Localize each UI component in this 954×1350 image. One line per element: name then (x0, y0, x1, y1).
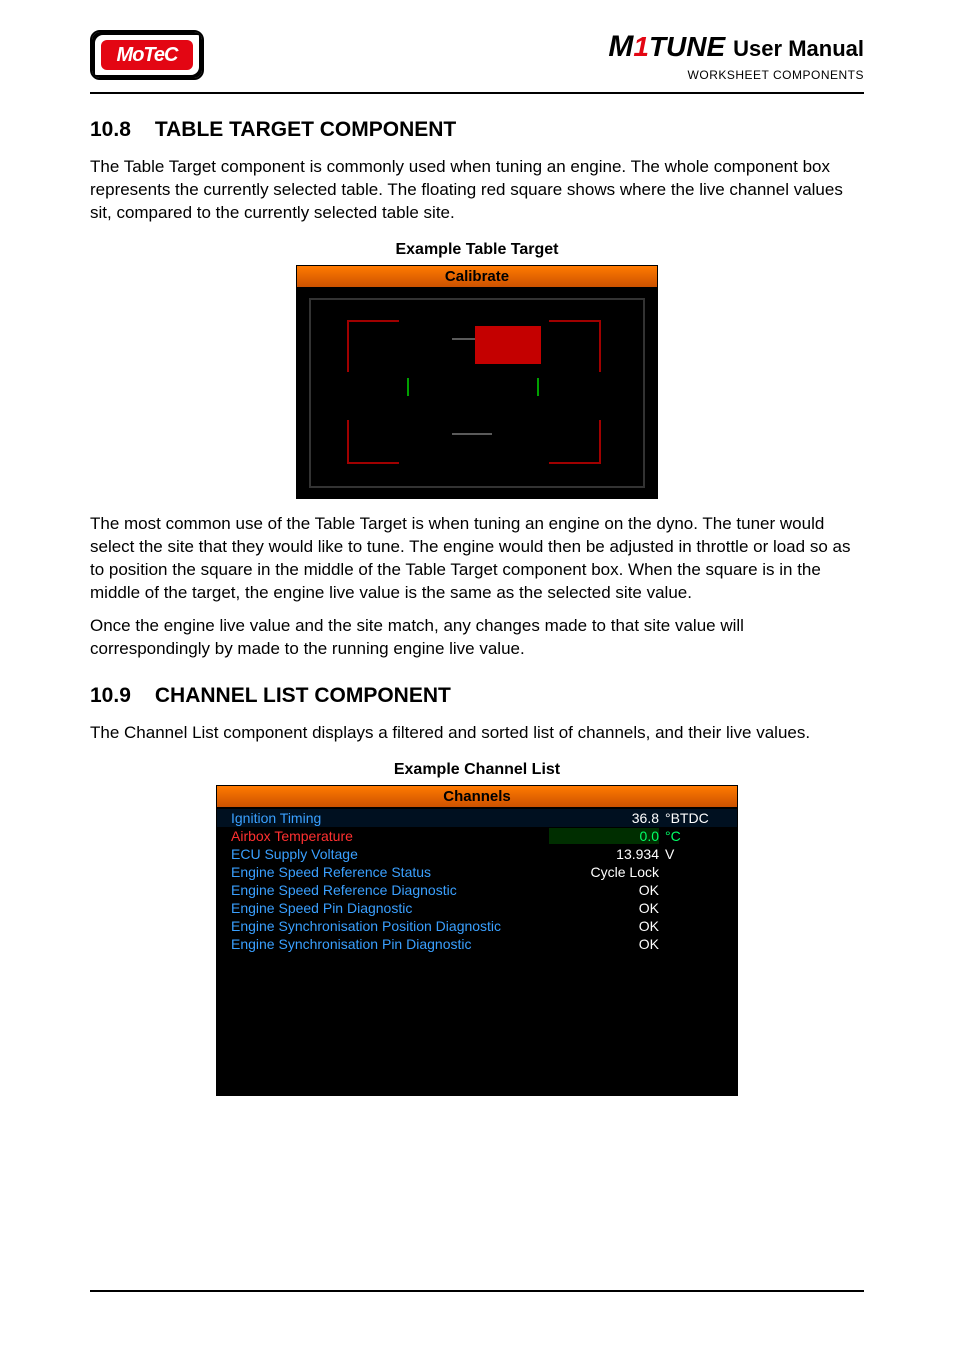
figure1-caption: Example Table Target (90, 241, 864, 259)
page-header: MoTeC M1TUNE User Manual WORKSHEET COMPO… (90, 30, 864, 82)
channel-name: Engine Speed Reference Diagnostic (231, 882, 549, 898)
section-title: TABLE TARGET COMPONENT (155, 118, 456, 142)
channel-value: OK (549, 900, 659, 916)
channel-value: Cycle Lock (549, 864, 659, 880)
product-mark-red-1: 1 (633, 31, 649, 62)
channel-row[interactable]: Engine Speed Pin DiagnosticOK (217, 899, 737, 917)
section-heading-10-9: 10.9 CHANNEL LIST COMPONENT (90, 684, 864, 708)
channel-value: 36.8 (549, 810, 659, 826)
target-vtick-left (407, 378, 409, 396)
header-right: M1TUNE User Manual WORKSHEET COMPONENTS (608, 30, 864, 82)
channel-row[interactable]: Engine Speed Reference DiagnosticOK (217, 881, 737, 899)
motec-logo: MoTeC (90, 30, 204, 80)
channel-value: 13.934 (549, 846, 659, 862)
live-value-indicator (475, 326, 541, 364)
channel-row[interactable]: Ignition Timing36.8°BTDC (217, 809, 737, 827)
channel-unit: V (659, 846, 723, 862)
channel-row[interactable]: Engine Speed Reference StatusCycle Lock (217, 863, 737, 881)
channel-list-component: Channels Ignition Timing36.8°BTDCAirbox … (216, 785, 738, 1096)
target-corner-bl (347, 420, 399, 464)
target-corner-tl (347, 320, 399, 372)
channel-value: OK (549, 882, 659, 898)
channel-row[interactable]: Engine Synchronisation Position Diagnost… (217, 917, 737, 935)
section2-para1: The Channel List component displays a fi… (90, 722, 864, 745)
channel-row[interactable]: Airbox Temperature0.0°C (217, 827, 737, 845)
target-corner-tr (549, 320, 601, 372)
channel-row[interactable]: Engine Synchronisation Pin DiagnosticOK (217, 935, 737, 953)
section-number: 10.8 (90, 118, 131, 142)
table-target-body (297, 288, 657, 498)
manual-label: User Manual (733, 36, 864, 62)
section-number: 10.9 (90, 684, 131, 708)
figure2-caption: Example Channel List (90, 761, 864, 779)
channel-row[interactable]: ECU Supply Voltage13.934V (217, 845, 737, 863)
header-section-label: WORKSHEET COMPONENTS (608, 68, 864, 82)
channel-unit: °C (659, 828, 723, 844)
table-target-header: Calibrate (297, 266, 657, 288)
channel-name: Ignition Timing (231, 810, 549, 826)
header-divider (90, 92, 864, 94)
channel-name: Airbox Temperature (231, 828, 549, 844)
channel-name: Engine Synchronisation Pin Diagnostic (231, 936, 549, 952)
channel-value: OK (549, 918, 659, 934)
channel-unit: °BTDC (659, 810, 723, 826)
channel-name: Engine Synchronisation Position Diagnost… (231, 918, 549, 934)
section-heading-10-8: 10.8 TABLE TARGET COMPONENT (90, 118, 864, 142)
target-corner-br (549, 420, 601, 464)
target-hline-bottom (452, 433, 492, 435)
product-mark-m: M (608, 30, 633, 63)
channel-name: Engine Speed Pin Diagnostic (231, 900, 549, 916)
product-mark-tune: TUNE (649, 31, 725, 62)
channel-list-body: Ignition Timing36.8°BTDCAirbox Temperatu… (217, 807, 737, 1095)
channel-name: Engine Speed Reference Status (231, 864, 549, 880)
section-title: CHANNEL LIST COMPONENT (155, 684, 451, 708)
channel-name: ECU Supply Voltage (231, 846, 549, 862)
target-vtick-right (537, 378, 539, 396)
motec-logo-text: MoTeC (101, 40, 193, 70)
footer-divider (90, 1290, 864, 1292)
product-mark: M1TUNE (608, 30, 725, 64)
section1-para1: The Table Target component is commonly u… (90, 156, 864, 225)
section1-para2: The most common use of the Table Target … (90, 513, 864, 605)
channel-value: 0.0 (549, 828, 659, 844)
channel-value: OK (549, 936, 659, 952)
channel-list-header: Channels (217, 786, 737, 807)
table-target-component: Calibrate (296, 265, 658, 499)
section1-para3: Once the engine live value and the site … (90, 615, 864, 661)
